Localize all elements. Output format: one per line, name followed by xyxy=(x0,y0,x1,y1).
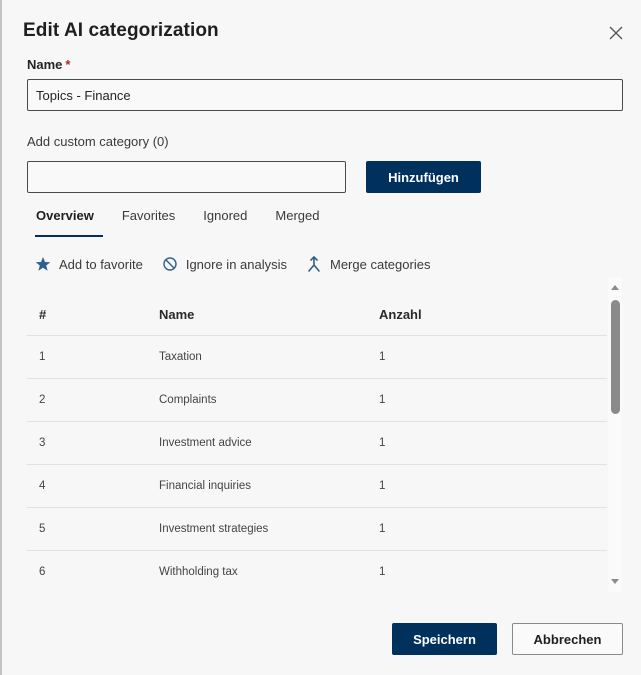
row-number: 1 xyxy=(39,351,46,363)
tab-bar: Overview Favorites Ignored Merged xyxy=(27,200,338,238)
custom-category-input[interactable] xyxy=(27,161,346,193)
row-number: 5 xyxy=(39,523,46,535)
scroll-down-arrow-icon[interactable] xyxy=(611,579,619,584)
row-count: 1 xyxy=(379,437,386,449)
row-number: 6 xyxy=(39,566,46,578)
table-row[interactable]: 6 Withholding tax 1 xyxy=(27,551,607,590)
row-name: Investment strategies xyxy=(159,523,269,535)
row-count: 1 xyxy=(379,523,386,535)
table-row[interactable]: 5 Investment strategies 1 xyxy=(27,508,607,551)
name-label: Name * xyxy=(27,57,70,72)
cancel-button[interactable]: Abbrechen xyxy=(512,623,623,655)
row-count: 1 xyxy=(379,566,386,578)
row-name: Taxation xyxy=(159,351,202,363)
table-scrollbar[interactable] xyxy=(608,277,622,592)
column-header-number[interactable]: # xyxy=(27,307,159,322)
tab-ignored[interactable]: Ignored xyxy=(194,200,256,237)
table-row[interactable]: 1 Taxation 1 xyxy=(27,336,607,379)
tab-favorites[interactable]: Favorites xyxy=(113,200,184,237)
star-icon xyxy=(35,257,51,271)
action-toolbar: Add to favorite Ignore in analysis Merge… xyxy=(35,254,449,274)
row-name: Withholding tax xyxy=(159,566,238,578)
name-label-text: Name xyxy=(27,57,63,72)
categories-table: # Name Anzahl 1 Taxation 1 2 Complaints … xyxy=(27,293,607,590)
dialog-title: Edit AI categorization xyxy=(23,20,219,41)
row-number: 4 xyxy=(39,480,46,492)
tab-merged[interactable]: Merged xyxy=(266,200,328,237)
required-marker: * xyxy=(65,57,71,72)
table-header: # Name Anzahl xyxy=(27,293,607,336)
column-header-count[interactable]: Anzahl xyxy=(379,307,579,322)
row-count: 1 xyxy=(379,480,386,492)
save-button[interactable]: Speichern xyxy=(392,623,497,655)
merge-categories-button[interactable]: Merge categories xyxy=(306,255,430,273)
row-name: Financial inquiries xyxy=(159,480,252,492)
column-header-name[interactable]: Name xyxy=(159,307,379,322)
name-input[interactable] xyxy=(27,79,623,111)
row-name: Investment advice xyxy=(159,437,252,449)
ignore-in-analysis-button[interactable]: Ignore in analysis xyxy=(162,256,287,272)
close-button[interactable] xyxy=(606,23,626,43)
scroll-up-arrow-icon[interactable] xyxy=(611,285,619,290)
table-row[interactable]: 4 Financial inquiries 1 xyxy=(27,465,607,508)
ignore-in-analysis-label: Ignore in analysis xyxy=(185,256,287,272)
close-icon xyxy=(609,26,623,40)
add-to-favorite-label: Add to favorite xyxy=(59,256,143,272)
row-number: 2 xyxy=(39,394,46,406)
tab-overview[interactable]: Overview xyxy=(27,200,103,237)
table-row[interactable]: 2 Complaints 1 xyxy=(27,379,607,422)
row-count: 1 xyxy=(379,394,386,406)
merge-categories-label: Merge categories xyxy=(330,256,431,272)
merge-icon xyxy=(308,255,320,272)
table-row[interactable]: 3 Investment advice 1 xyxy=(27,422,607,465)
add-to-favorite-button[interactable]: Add to favorite xyxy=(35,256,143,272)
custom-category-label: Add custom category (0) xyxy=(27,134,169,149)
row-name: Complaints xyxy=(159,394,217,406)
scrollbar-thumb[interactable] xyxy=(611,300,620,414)
add-category-button[interactable]: Hinzufügen xyxy=(366,161,481,193)
prohibited-icon xyxy=(163,257,177,271)
row-count: 1 xyxy=(379,351,386,363)
row-number: 3 xyxy=(39,437,46,449)
edit-ai-categorization-dialog: Edit AI categorization Name* Add custom … xyxy=(0,0,641,675)
